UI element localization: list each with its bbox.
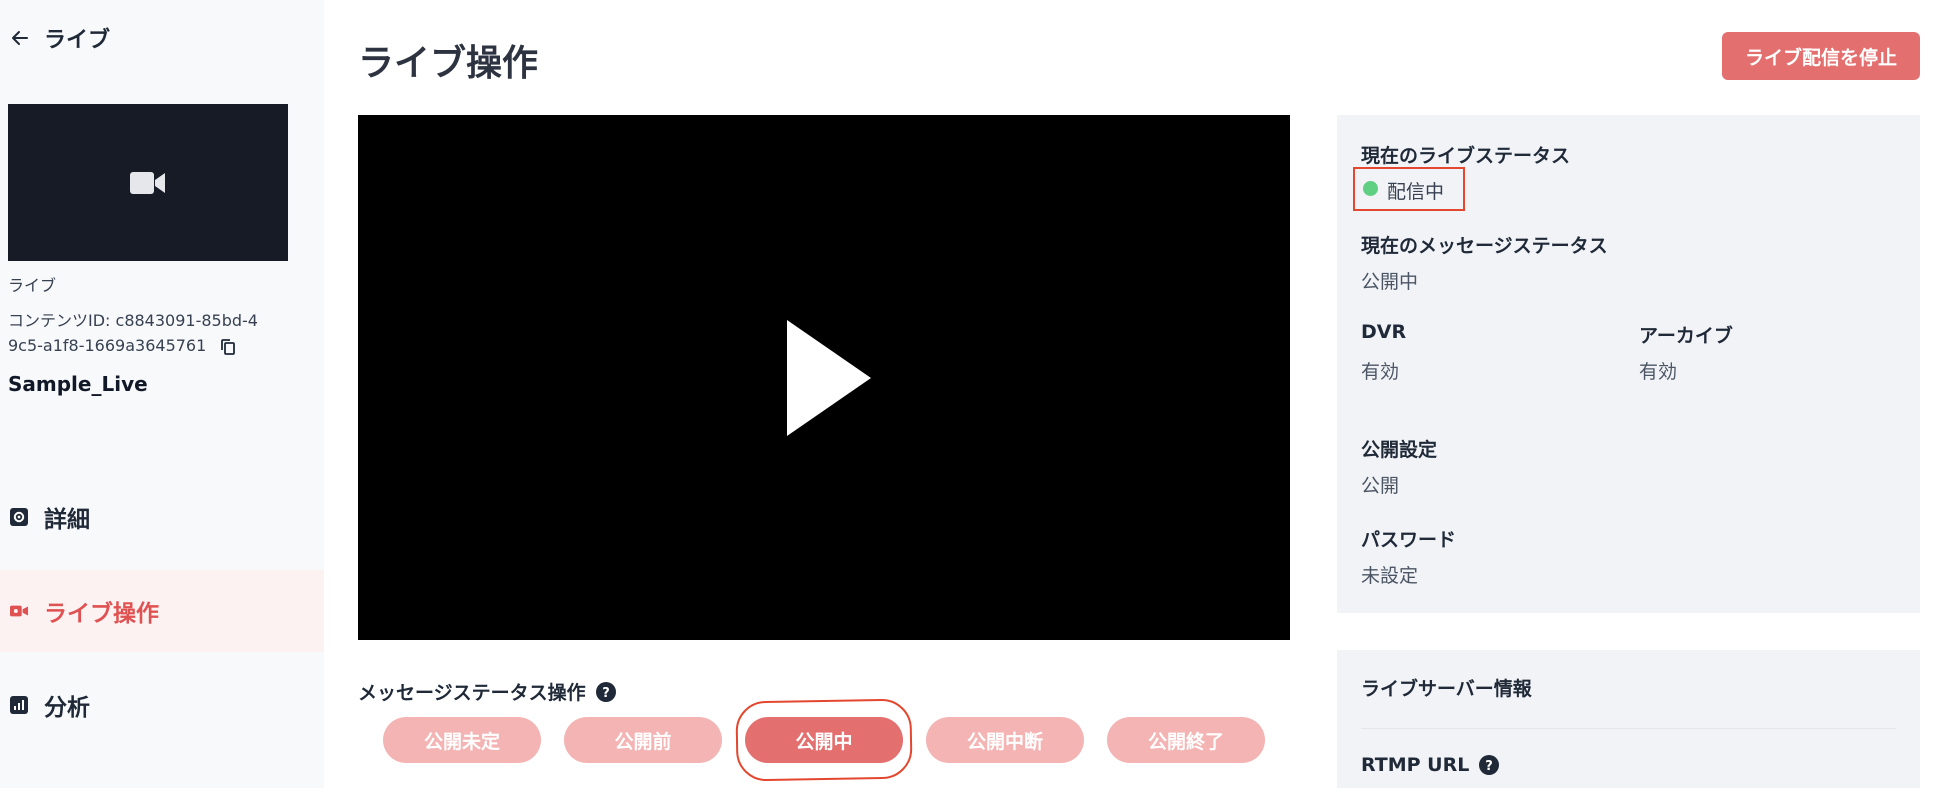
video-camera-icon xyxy=(130,171,165,194)
content-id: コンテンツID: c8843091-85bd-49c5-a1f8-1669a36… xyxy=(8,308,268,358)
sidebar-item-live-operation[interactable]: ライブ操作 xyxy=(0,570,324,652)
status-publishing-button[interactable]: 公開中 xyxy=(745,717,903,763)
live-status-dot xyxy=(1363,181,1378,196)
dvr-value: 有効 xyxy=(1361,361,1400,383)
rtmp-url-label: RTMP URL xyxy=(1361,754,1470,776)
stop-live-button[interactable]: ライブ配信を停止 xyxy=(1722,32,1920,80)
back-button[interactable]: ライブ xyxy=(10,22,110,54)
message-status-buttons: 公開未定 公開前 公開中 公開中断 公開終了 xyxy=(383,717,1265,765)
content-type-label: ライブ xyxy=(8,276,57,295)
sidebar: ライブ ライブ コンテンツID: c8843091-85bd-49c5-a1f8… xyxy=(0,0,324,788)
archive-label: アーカイブ xyxy=(1639,325,1733,347)
sidebar-item-label: 詳細 xyxy=(44,507,90,533)
live-server-panel: ライブサーバー情報 RTMP URL ? xyxy=(1337,650,1920,790)
live-server-title: ライブサーバー情報 xyxy=(1361,678,1532,700)
sidebar-item-detail[interactable]: 詳細 xyxy=(0,476,324,558)
sidebar-item-analysis[interactable]: 分析 xyxy=(0,664,324,746)
page-bottom-edge xyxy=(0,788,1936,796)
status-suspended-button[interactable]: 公開中断 xyxy=(926,717,1084,763)
back-label: ライブ xyxy=(44,28,111,53)
live-status-panel: 現在のライブステータス 配信中 現在のメッセージステータス 公開中 DVR 有効… xyxy=(1337,115,1920,613)
message-status-operation-title: メッセージステータス操作 ? xyxy=(358,678,616,705)
archive-value: 有効 xyxy=(1639,361,1678,383)
settings-icon xyxy=(10,508,28,526)
dvr-label: DVR xyxy=(1361,321,1407,343)
live-status-value: 配信中 xyxy=(1387,181,1445,203)
visibility-label: 公開設定 xyxy=(1361,439,1438,461)
status-before-publish-button[interactable]: 公開前 xyxy=(564,717,722,763)
help-icon[interactable]: ? xyxy=(595,681,616,702)
message-status-label: 現在のメッセージステータス xyxy=(1361,235,1608,257)
message-status-operation-label: メッセージステータス操作 xyxy=(358,682,586,704)
play-icon[interactable] xyxy=(787,319,871,436)
content-thumbnail xyxy=(8,104,288,261)
status-undecided-button[interactable]: 公開未定 xyxy=(383,717,541,763)
help-icon[interactable]: ? xyxy=(1479,755,1500,775)
video-icon xyxy=(10,602,28,620)
content-name: Sample_Live xyxy=(8,372,148,396)
visibility-value: 公開 xyxy=(1361,475,1400,497)
password-value: 未設定 xyxy=(1361,565,1419,587)
page-title: ライブ操作 xyxy=(358,43,539,84)
video-player[interactable] xyxy=(358,115,1290,640)
svg-text:?: ? xyxy=(602,686,610,701)
divider xyxy=(1361,728,1896,729)
rtmp-url-row: RTMP URL ? xyxy=(1361,754,1500,776)
status-ended-button[interactable]: 公開終了 xyxy=(1107,717,1265,763)
live-status-label: 現在のライブステータス xyxy=(1361,145,1571,167)
svg-text:?: ? xyxy=(1486,759,1494,774)
chart-icon xyxy=(10,696,28,714)
message-status-value: 公開中 xyxy=(1361,271,1419,293)
sidebar-item-label: 分析 xyxy=(44,695,90,721)
copy-icon[interactable] xyxy=(219,338,237,356)
password-label: パスワード xyxy=(1361,529,1457,551)
sidebar-item-label: ライブ操作 xyxy=(44,601,159,627)
arrow-left-icon xyxy=(12,31,28,45)
